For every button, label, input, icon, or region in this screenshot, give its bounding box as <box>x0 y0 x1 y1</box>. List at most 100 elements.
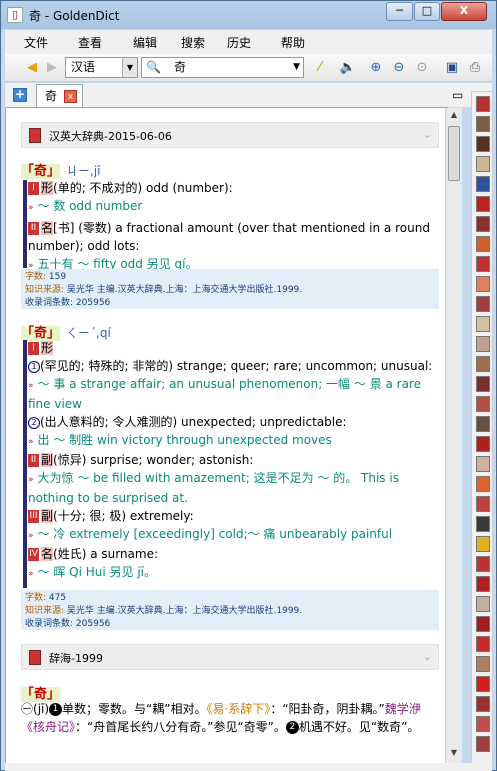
dictionary-icon[interactable] <box>476 136 490 152</box>
collapse-icon[interactable]: ⌄ <box>423 128 432 141</box>
dictionary-icon[interactable] <box>476 576 490 592</box>
scroll-up-icon[interactable]: ▲ <box>446 110 462 124</box>
headword-line: 「奇」 ㄑㄧˊ,qí <box>21 322 111 341</box>
dictionary-icon[interactable] <box>476 736 490 752</box>
dictionary-icon[interactable] <box>476 356 490 372</box>
title-bar: ▯ 奇 - GoldenDict ─ □ X <box>1 1 496 29</box>
article-view: 汉英大辞典-2015-06-06 ⌄ 「奇」 ㄐㄧ,jī I 形(单的; 不成对的)… <box>5 107 448 764</box>
zoom-reset-icon[interactable]: ⊙ <box>413 59 431 77</box>
dictionary-icon[interactable] <box>476 176 490 192</box>
dictionary-icon[interactable] <box>476 396 490 412</box>
headword-line: 「奇」 ㄐㄧ,jī <box>21 160 101 179</box>
sense: II 名[书] (零数) a fractional amount (over th… <box>28 221 430 253</box>
dictionary-icon[interactable] <box>476 276 490 292</box>
dictionary-icon[interactable] <box>476 156 490 172</box>
dictionary-icon[interactable] <box>476 116 490 132</box>
dictionary-icon[interactable] <box>476 636 490 652</box>
dictionary-icon[interactable] <box>476 376 490 392</box>
pronunciation: ㄑㄧˊ,qí <box>66 326 111 340</box>
dictionary-icon[interactable] <box>476 416 490 432</box>
dictionary-icon[interactable] <box>476 196 490 212</box>
dictionary-icon[interactable] <box>476 336 490 352</box>
status-bar <box>5 763 492 771</box>
close-tab-icon[interactable]: x <box>64 90 77 103</box>
dictionary-icon[interactable] <box>476 676 490 692</box>
language-value: 汉语 <box>71 60 96 74</box>
menu-view[interactable]: 查看 <box>78 34 102 51</box>
dict-info: 字数: 475 知识来源: 吴光华 主编.汉英大辞典.上海：上海交通大学出版社.… <box>21 590 439 630</box>
definition: ㊀(jī) 1 单数；零数。与“耦”相对。《易·系辞下》：“阳卦奇，阴卦耦。”魏学洢… <box>21 702 421 734</box>
pronounce-icon[interactable]: 🔈 <box>339 59 357 77</box>
sense-bar <box>23 180 27 268</box>
senses: I形 1 (罕见的; 特殊的; 非常的) strange; queer; rare… <box>28 341 433 579</box>
search-input[interactable]: 🔍 奇 ▼ <box>141 57 304 78</box>
app-icon: ▯ <box>7 7 23 23</box>
dict-header[interactable]: 汉英大辞典-2015-06-06 ⌄ <box>21 122 439 148</box>
close-button[interactable]: X <box>441 2 487 21</box>
zoom-out-icon[interactable]: ⊖ <box>390 59 408 77</box>
dictionary-icon[interactable] <box>476 596 490 612</box>
senses: I 形(单的; 不成对的) odd (number): » ～ 数 odd numb… <box>28 179 440 275</box>
dictionary-icon[interactable] <box>476 436 490 452</box>
dictionary-icon[interactable] <box>476 656 490 672</box>
menu-history[interactable]: 历史 <box>227 34 251 51</box>
zoom-in-icon[interactable]: ⊕ <box>367 59 385 77</box>
print-icon[interactable]: ⎙ <box>466 59 484 77</box>
dictionary-icon[interactable] <box>476 456 490 472</box>
search-icon: 🔍 <box>146 60 161 74</box>
example: » ～ 数 odd number <box>28 199 143 213</box>
tab-query[interactable]: 奇 x <box>36 84 83 108</box>
minimize-button[interactable]: ─ <box>386 2 413 21</box>
ref-link[interactable]: 《易·系辞下》 <box>206 702 270 716</box>
headword-line: 「奇」 <box>21 683 61 702</box>
dictionary-icon[interactable] <box>476 256 490 272</box>
dictionary-icon[interactable] <box>476 616 490 632</box>
dictionary-bar <box>471 91 493 764</box>
menu-file[interactable]: 文件 <box>24 34 48 51</box>
chevron-down-icon[interactable]: ▼ <box>293 58 300 77</box>
save-icon[interactable]: ▣ <box>443 59 461 77</box>
scroll-down-icon[interactable]: ▼ <box>446 748 462 762</box>
collapse-icon[interactable]: ⌄ <box>423 650 432 663</box>
dictionary-icon <box>29 650 41 665</box>
tab-list-icon[interactable]: ▭ <box>452 88 463 102</box>
dictionary-icon[interactable] <box>476 476 490 492</box>
search-query: 奇 <box>174 60 187 74</box>
dictionary-icon[interactable] <box>476 96 490 112</box>
new-tab-icon[interactable]: + <box>13 88 27 102</box>
menu-help[interactable]: 帮助 <box>281 34 305 51</box>
scroll-thumb[interactable] <box>448 126 460 181</box>
language-select[interactable]: 汉语 ▼ <box>65 57 138 78</box>
dictionary-icon[interactable] <box>476 716 490 732</box>
dictionary-icon[interactable] <box>476 516 490 532</box>
back-icon[interactable]: ◀ <box>23 59 41 77</box>
dictionary-icon[interactable] <box>476 236 490 252</box>
dict-info: 字数: 159 知识来源: 吴光华 主编.汉英大辞典.上海：上海交通大学出版社.… <box>21 269 439 309</box>
vertical-scrollbar[interactable]: ▲ ▼ <box>445 108 462 764</box>
dictionary-icon[interactable] <box>476 296 490 312</box>
dictionary-icon[interactable] <box>476 496 490 512</box>
menu-bar: 文件 查看 编辑 搜索 历史 帮助 <box>5 30 492 54</box>
scan-popup-wand-icon[interactable]: ⁄ <box>311 59 329 77</box>
goldendict-window: ▯ 奇 - GoldenDict ─ □ X 文件 查看 编辑 搜索 历史 帮助… <box>0 0 497 771</box>
menu-search[interactable]: 搜索 <box>181 34 205 51</box>
dictionary-icon[interactable] <box>476 696 490 712</box>
headword: 「奇」 <box>21 164 61 179</box>
sense-bar <box>23 340 27 588</box>
menu-edit[interactable]: 编辑 <box>133 34 157 51</box>
dict-name: 汉英大辞典-2015-06-06 <box>49 130 172 143</box>
dictionary-icon[interactable] <box>476 216 490 232</box>
dictionary-icon[interactable] <box>476 536 490 552</box>
arrow-icon: » <box>28 475 34 485</box>
maximize-button[interactable]: □ <box>414 2 440 21</box>
arrow-icon: » <box>28 531 34 541</box>
chevron-down-icon: ▼ <box>122 58 137 77</box>
dictionary-icon[interactable] <box>476 316 490 332</box>
arrow-icon: » <box>28 203 34 213</box>
dict-header[interactable]: 辞海-1999 ⌄ <box>21 644 439 670</box>
arrow-icon: » <box>28 437 34 447</box>
tab-label: 奇 <box>45 89 58 103</box>
dictionary-icon <box>29 128 41 143</box>
dictionary-icon[interactable] <box>476 556 490 572</box>
forward-icon[interactable]: ▶ <box>43 59 61 77</box>
